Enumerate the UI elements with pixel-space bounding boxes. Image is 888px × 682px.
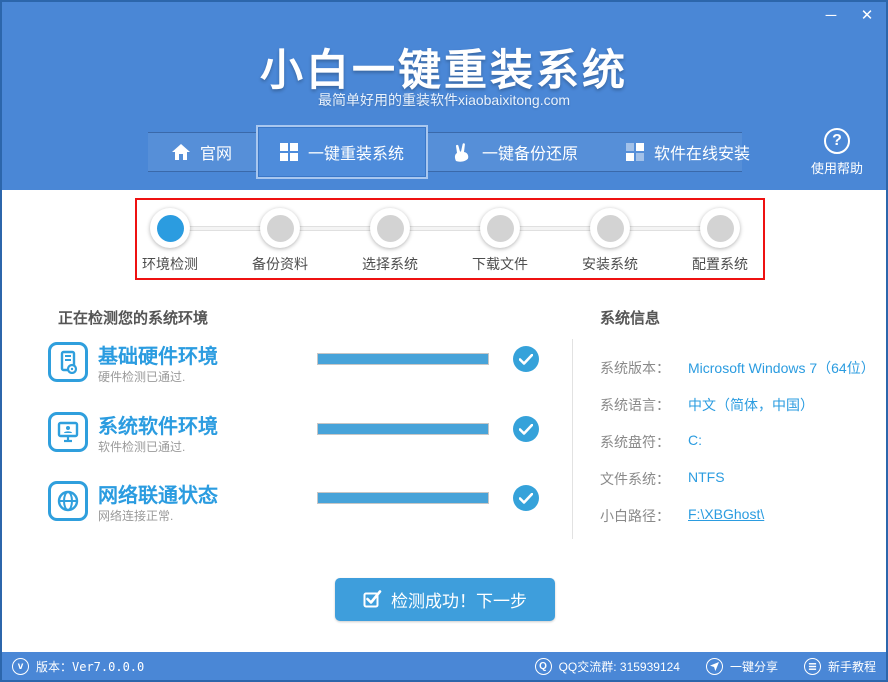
grid-icon (626, 143, 644, 161)
detect-item-title: 系统软件环境 (98, 410, 218, 439)
share-icon (706, 658, 723, 675)
info-row-system-drive: 系统盘符： C: (600, 432, 880, 452)
step-circle (700, 208, 740, 248)
info-value: C: (688, 432, 702, 448)
detect-item-title: 基础硬件环境 (98, 340, 218, 369)
home-icon (172, 144, 190, 160)
share-button[interactable]: 一键分享 (706, 658, 778, 675)
detect-item-subtitle: 网络连接正常. (98, 507, 173, 524)
version-text: 版本：Ver7.0.0.0 (36, 658, 144, 675)
windows-icon (280, 143, 298, 161)
nav-bar: 官网 一键重装系统 一键备份还原 软件在线安装 (2, 124, 886, 180)
info-value: 中文（简体，中国） (688, 395, 814, 415)
hardware-icon (48, 342, 88, 382)
vertical-divider (572, 339, 573, 539)
step-circle (260, 208, 300, 248)
detect-item-software: 系统软件环境 软件检测已通过. (48, 412, 548, 472)
step-environment-check: 环境检测 (125, 198, 215, 274)
app-window: ─ ✕ 小白一键重装系统 最简单好用的重装软件xiaobaixitong.com… (0, 0, 888, 682)
nav-tab-label: 一键重装系统 (308, 140, 404, 164)
info-row-os-version: 系统版本： Microsoft Windows 7（64位） (600, 358, 880, 378)
next-step-button-label: 检测成功！下一步 (391, 587, 527, 612)
version-info: v 版本：Ver7.0.0.0 (12, 658, 144, 675)
step-configure-system: 配置系统 (675, 198, 765, 274)
step-label: 安装系统 (565, 254, 655, 274)
info-row-file-system: 文件系统： NTFS (600, 469, 880, 489)
step-install-system: 安装系统 (565, 198, 655, 274)
info-value: Microsoft Windows 7（64位） (688, 358, 875, 378)
nav-tab-backup-restore[interactable]: 一键备份还原 (428, 132, 602, 172)
detect-item-title: 网络联通状态 (98, 479, 218, 508)
nav-tab-official-site[interactable]: 官网 (148, 132, 256, 172)
qq-group-text: QQ交流群: 315939124 (559, 658, 680, 675)
info-label: 系统版本： (600, 358, 670, 378)
system-info-title: 系统信息 (600, 307, 660, 328)
app-title: 小白一键重装系统 (2, 36, 886, 98)
steps-progress: 环境检测 备份资料 选择系统 下载文件 安装系统 配置系统 (2, 198, 886, 280)
progress-bar (317, 353, 489, 365)
step-circle (480, 208, 520, 248)
version-icon: v (12, 658, 29, 675)
status-bar: v 版本：Ver7.0.0.0 Q QQ交流群: 315939124 一键分享 … (2, 652, 886, 680)
step-circle (590, 208, 630, 248)
help-label: 使用帮助 (802, 158, 872, 177)
nav-strip: 官网 一键重装系统 一键备份还原 软件在线安装 (148, 132, 742, 172)
xiaobai-path-link[interactable]: F:\XBGhost\ (688, 506, 764, 522)
detect-item-subtitle: 软件检测已通过. (98, 438, 185, 455)
detect-item-network: 网络联通状态 网络连接正常. (48, 481, 548, 541)
share-label: 一键分享 (730, 658, 778, 675)
nav-tab-label: 软件在线安装 (654, 140, 750, 164)
next-step-button[interactable]: 检测成功！下一步 (335, 578, 555, 621)
help-button[interactable]: ? 使用帮助 (802, 128, 872, 177)
nav-tab-label: 一键备份还原 (482, 140, 578, 164)
checkbox-icon (363, 590, 382, 609)
info-label: 小白路径： (600, 506, 670, 526)
check-icon (513, 485, 539, 511)
step-label: 下载文件 (455, 254, 545, 274)
step-select-system: 选择系统 (345, 198, 435, 274)
tutorial-label: 新手教程 (828, 658, 876, 675)
progress-bar (317, 492, 489, 504)
tutorial-icon (804, 658, 821, 675)
check-icon (513, 346, 539, 372)
step-circle (150, 208, 190, 248)
step-circle (370, 208, 410, 248)
qq-icon: Q (535, 658, 552, 675)
step-label: 环境检测 (125, 254, 215, 274)
close-button[interactable]: ✕ (856, 6, 878, 26)
detect-item-subtitle: 硬件检测已通过. (98, 368, 185, 385)
window-controls: ─ ✕ (820, 6, 878, 26)
network-icon (48, 481, 88, 521)
step-download-files: 下载文件 (455, 198, 545, 274)
step-backup-data: 备份资料 (235, 198, 325, 274)
detect-item-hardware: 基础硬件环境 硬件检测已通过. (48, 342, 548, 402)
progress-bar (317, 423, 489, 435)
step-label: 备份资料 (235, 254, 325, 274)
nav-tab-label: 官网 (200, 140, 232, 164)
info-row-os-language: 系统语言： 中文（简体，中国） (600, 395, 880, 415)
info-label: 系统盘符： (600, 432, 670, 452)
minimize-button[interactable]: ─ (820, 6, 842, 26)
info-row-xiaobai-path: 小白路径： F:\XBGhost\ (600, 506, 880, 526)
check-icon (513, 416, 539, 442)
info-value: NTFS (688, 469, 725, 485)
help-icon: ? (824, 128, 850, 154)
tutorial-button[interactable]: 新手教程 (804, 658, 876, 675)
hand-icon (452, 142, 472, 162)
nav-tab-software-install[interactable]: 软件在线安装 (602, 132, 774, 172)
detection-section-title: 正在检测您的系统环境 (58, 307, 208, 328)
step-label: 配置系统 (675, 254, 765, 274)
step-label: 选择系统 (345, 254, 435, 274)
software-icon (48, 412, 88, 452)
qq-group-link[interactable]: Q QQ交流群: 315939124 (535, 658, 680, 675)
info-label: 系统语言： (600, 395, 670, 415)
info-label: 文件系统： (600, 469, 670, 489)
nav-tab-reinstall-system[interactable]: 一键重装系统 (256, 125, 428, 179)
app-subtitle: 最简单好用的重装软件xiaobaixitong.com (2, 90, 886, 110)
